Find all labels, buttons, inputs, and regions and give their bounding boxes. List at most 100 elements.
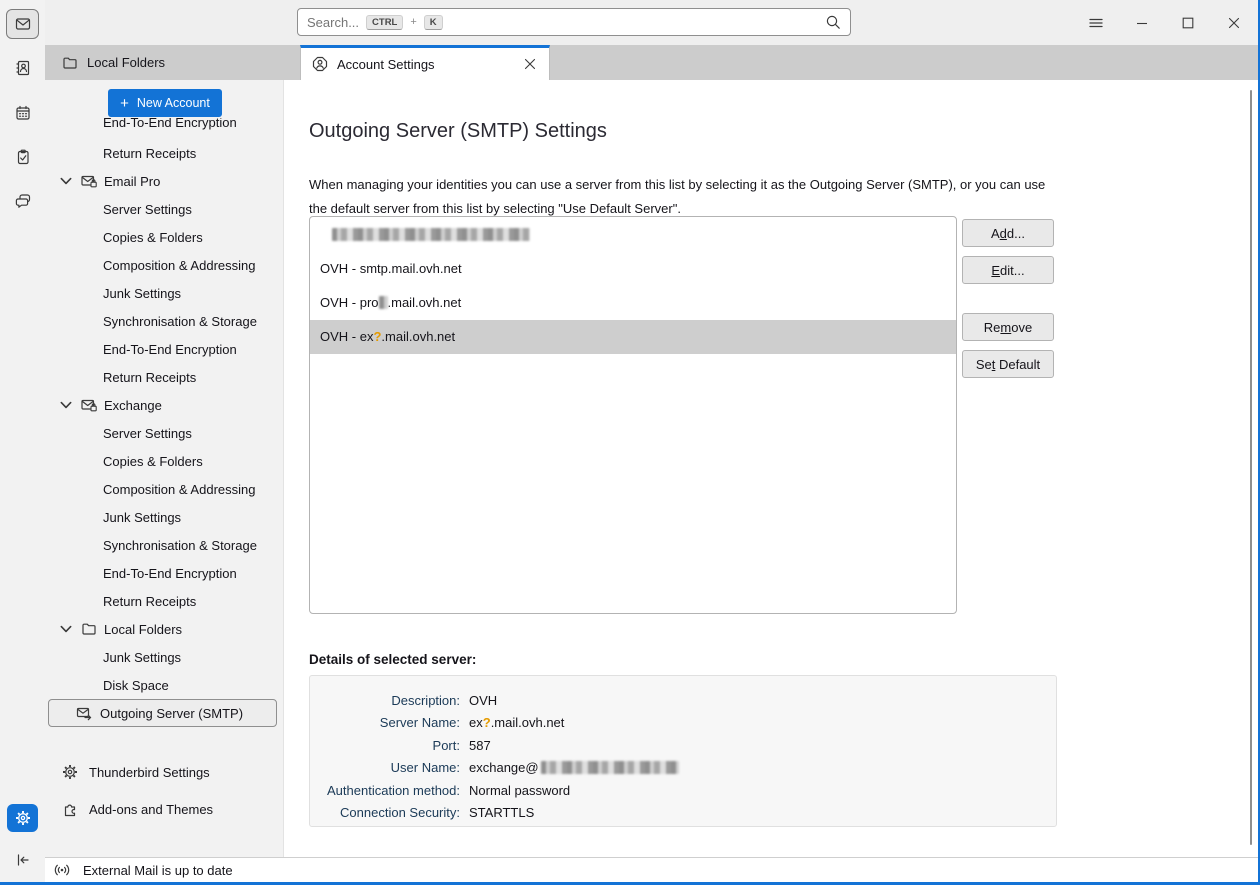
- server-details-panel: Description: OVH Server Name: ex?.mail.ovh.…: [309, 675, 1057, 827]
- detail-row: Description: OVH: [310, 689, 1056, 712]
- close-button[interactable]: [1222, 9, 1246, 37]
- sidebar-item[interactable]: Return Receipts: [45, 587, 283, 615]
- sidebar-item[interactable]: Junk Settings: [45, 643, 283, 671]
- app-menu-button[interactable]: [1084, 9, 1108, 37]
- new-account-button[interactable]: + New Account: [108, 89, 222, 117]
- outgoing-server-icon: [76, 705, 92, 721]
- page-title: Outgoing Server (SMTP) Settings: [309, 120, 607, 142]
- sidebar-item-label: Synchronisation & Storage: [103, 537, 257, 553]
- sidebar-item[interactable]: Local Folders: [45, 615, 283, 643]
- app-window: Search... CTRL + K Local Folders Account…: [0, 0, 1260, 885]
- detail-value: exchange@: [469, 760, 679, 775]
- sidebar-item[interactable]: Disk Space: [45, 671, 283, 699]
- redacted-text: [332, 228, 530, 241]
- set-default-button[interactable]: Set Default: [962, 350, 1054, 378]
- sidebar-item-label: Junk Settings: [103, 509, 182, 525]
- maximize-button[interactable]: [1176, 9, 1200, 37]
- calendar-icon: [15, 105, 31, 121]
- gear-icon: [62, 764, 78, 780]
- spaces-rail: [0, 0, 45, 882]
- sidebar-item-label: Composition & Addressing: [103, 257, 256, 273]
- sidebar-item[interactable]: Return Receipts: [45, 139, 283, 167]
- server-list-item[interactable]: [310, 218, 956, 252]
- sidebar-item-label: End-To-End Encryption: [103, 341, 237, 357]
- detail-row: Connection Security: STARTTLS: [310, 802, 1056, 825]
- smtp-server-list[interactable]: OVH - smtp.mail.ovh.net OVH - pro .mail.ov…: [309, 216, 957, 614]
- space-calendar-button[interactable]: [0, 95, 45, 131]
- vertical-scrollbar[interactable]: [1250, 90, 1252, 845]
- sidebar-item[interactable]: Server Settings: [45, 419, 283, 447]
- space-address-book-button[interactable]: [0, 50, 45, 86]
- search-input[interactable]: Search... CTRL + K: [297, 8, 851, 36]
- space-mail-button[interactable]: [0, 6, 45, 42]
- sidebar-item-label: Return Receipts: [103, 145, 197, 161]
- sidebar-item[interactable]: Synchronisation & Storage: [45, 307, 283, 335]
- kbd-k: K: [423, 14, 443, 30]
- remove-button[interactable]: Remove: [962, 313, 1054, 341]
- detail-row: User Name: exchange@: [310, 757, 1056, 780]
- server-list-item[interactable]: OVH - ex?.mail.ovh.net: [310, 320, 956, 354]
- folder-pane-header[interactable]: Local Folders: [45, 45, 283, 80]
- server-list-item[interactable]: OVH - smtp.mail.ovh.net: [310, 252, 956, 286]
- search-placeholder: Search...: [307, 14, 360, 30]
- sidebar-item[interactable]: Copies & Folders: [45, 223, 283, 251]
- hamburger-icon: [1088, 15, 1104, 31]
- sidebar-item-thunderbird-settings[interactable]: Thunderbird Settings: [45, 758, 283, 786]
- collapse-spaces-button[interactable]: [0, 842, 45, 878]
- space-chat-button[interactable]: [0, 183, 45, 219]
- sidebar-item-label: Copies & Folders: [103, 453, 203, 469]
- status-text: External Mail is up to date: [83, 862, 233, 878]
- minimize-button[interactable]: [1130, 9, 1154, 37]
- tab-account-settings[interactable]: Account Settings: [300, 45, 550, 80]
- space-settings-button[interactable]: [0, 800, 45, 836]
- details-heading: Details of selected server:: [309, 652, 477, 667]
- detail-label: Server Name:: [379, 715, 460, 731]
- detail-label: User Name:: [390, 760, 460, 776]
- sidebar-item-label: Junk Settings: [103, 649, 182, 665]
- close-icon: [522, 56, 538, 72]
- maximize-icon: [1180, 15, 1196, 31]
- sidebar-item[interactable]: Copies & Folders: [45, 447, 283, 475]
- tab-close-button[interactable]: [521, 55, 539, 73]
- sidebar-item[interactable]: Composition & Addressing: [45, 251, 283, 279]
- kbd-ctrl: CTRL: [366, 14, 404, 30]
- sidebar-item-selected[interactable]: Outgoing Server (SMTP): [48, 699, 277, 727]
- detail-row: Server Name: ex?.mail.ovh.net: [310, 712, 1056, 735]
- sidebar-item-addons[interactable]: Add-ons and Themes: [45, 795, 283, 823]
- account-settings-pane: Outgoing Server (SMTP) Settings When man…: [283, 80, 1258, 857]
- sidebar-item[interactable]: Email Pro: [45, 167, 283, 195]
- sidebar-item[interactable]: Junk Settings: [45, 279, 283, 307]
- sidebar-item[interactable]: End-To-End Encryption: [45, 118, 283, 139]
- sidebar-footer-label: Thunderbird Settings: [89, 764, 210, 780]
- server-list-item[interactable]: OVH - pro .mail.ovh.net: [310, 286, 956, 320]
- chevron-down-icon: [58, 397, 74, 413]
- kbd-plus: +: [410, 16, 417, 28]
- sidebar-item[interactable]: Server Settings: [45, 195, 283, 223]
- add-button[interactable]: Add...: [962, 219, 1054, 247]
- sidebar-item[interactable]: Synchronisation & Storage: [45, 531, 283, 559]
- space-tasks-button[interactable]: [0, 139, 45, 175]
- sidebar-item[interactable]: End-To-End Encryption: [45, 559, 283, 587]
- redacted-char: ?: [373, 329, 382, 344]
- edit-button[interactable]: Edit...: [962, 256, 1054, 284]
- gear-icon: [15, 810, 31, 826]
- chat-icon: [15, 193, 31, 209]
- settings-selected-box: [7, 804, 38, 832]
- sidebar-item[interactable]: End-To-End Encryption: [45, 335, 283, 363]
- top-toolbar: Search... CTRL + K: [45, 0, 1258, 45]
- sidebar-item[interactable]: Composition & Addressing: [45, 475, 283, 503]
- mail-icon: [15, 16, 31, 32]
- sidebar-item[interactable]: Exchange: [45, 391, 283, 419]
- chevron-down-icon: [58, 173, 74, 189]
- sidebar-item[interactable]: Junk Settings: [45, 503, 283, 531]
- page-description: When managing your identities you can us…: [309, 177, 1046, 216]
- sidebar-item[interactable]: Return Receipts: [45, 363, 283, 391]
- mail-space-selected-box: [6, 9, 39, 39]
- sidebar-item-label: Return Receipts: [103, 593, 197, 609]
- close-icon: [1226, 15, 1242, 31]
- redacted-text: [540, 761, 679, 775]
- detail-row: Authentication method: Normal password: [310, 779, 1056, 802]
- tab-strip: Local Folders Account Settings: [45, 45, 1258, 80]
- redacted-text: [378, 296, 388, 309]
- sidebar-item-label: Outgoing Server (SMTP): [100, 705, 244, 721]
